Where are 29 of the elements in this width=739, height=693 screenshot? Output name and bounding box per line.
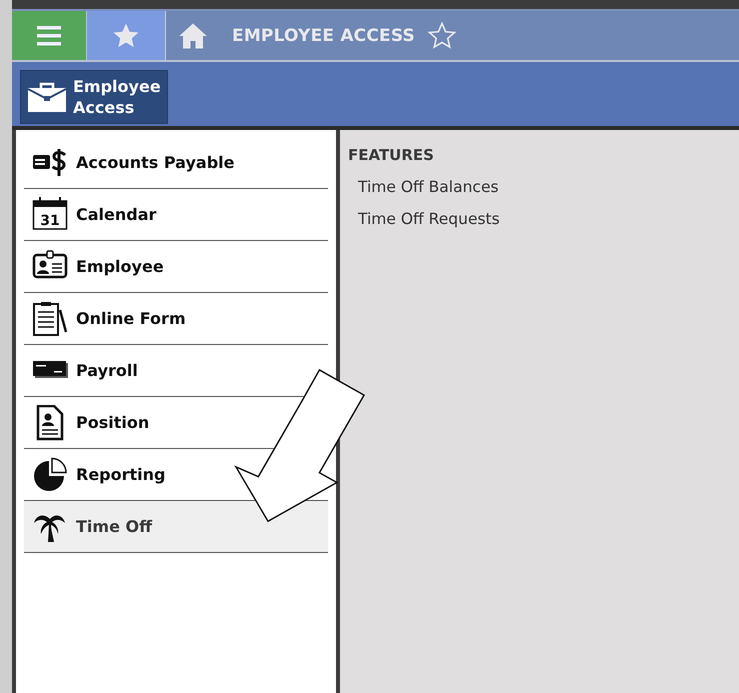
menu-button[interactable] — [12, 11, 87, 60]
sidebar-item[interactable]: Payroll — [24, 348, 144, 392]
menu-icon — [35, 24, 63, 46]
calendar-icon: 31 — [32, 196, 68, 232]
feature-link[interactable]: Time Off Balances — [348, 172, 509, 204]
briefcase-icon — [27, 81, 67, 113]
item-label: Online Form — [76, 309, 186, 328]
favorites-button[interactable] — [87, 11, 166, 60]
page-title: EMPLOYEE ACCESS — [232, 26, 415, 46]
item-label: Accounts Payable — [76, 153, 234, 172]
sidebar-item[interactable]: Online Form — [24, 296, 192, 340]
sidebar-item[interactable]: Reporting — [24, 452, 172, 496]
module-button[interactable]: Employee Access — [20, 70, 168, 124]
item-label: Position — [76, 413, 150, 432]
star-outline-icon[interactable] — [426, 20, 457, 50]
item-label: Employee — [76, 257, 164, 276]
sidebar-item[interactable]: Position — [24, 400, 156, 444]
pie-chart-icon — [32, 456, 68, 492]
feature-link[interactable]: Time Off Requests — [348, 204, 510, 236]
sidebar-item[interactable]: Employee — [24, 244, 170, 288]
clipboard-pen-icon — [32, 300, 68, 336]
section-heading: FEATURES — [348, 146, 435, 164]
item-label: Calendar — [76, 205, 156, 224]
sidebar-item[interactable]: Accounts Payable — [24, 140, 240, 184]
home-icon[interactable] — [178, 20, 208, 50]
item-label: Payroll — [76, 361, 138, 380]
item-label: Time Off — [76, 517, 152, 536]
item-label: Reporting — [76, 465, 166, 484]
sidebar-item[interactable]: 31 Calendar — [24, 192, 162, 236]
